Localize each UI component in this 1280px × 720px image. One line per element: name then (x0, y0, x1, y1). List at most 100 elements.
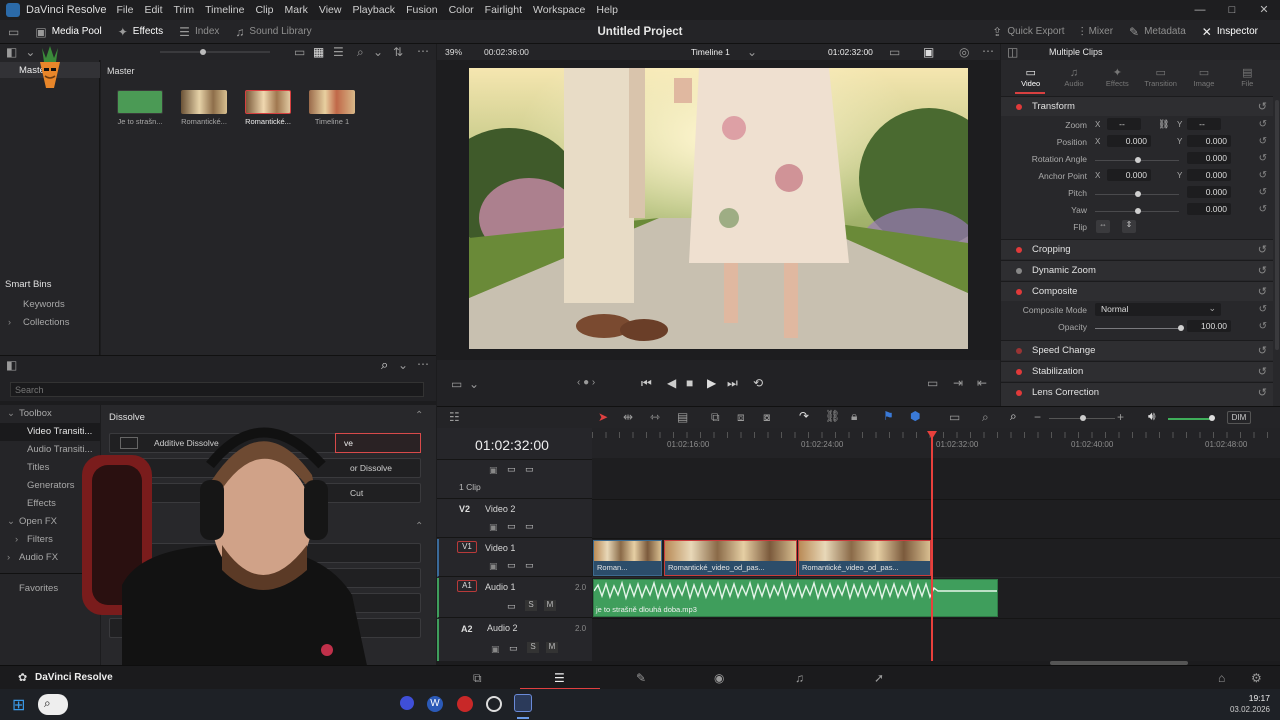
thumbnail-size-slider[interactable] (160, 49, 270, 55)
mute-button[interactable]: M (546, 642, 558, 653)
metadata-button[interactable]: ✎ Metadata (1121, 20, 1194, 44)
track-name[interactable]: Video 2 (485, 504, 515, 514)
panel-layout-icon[interactable]: ◫ (1007, 46, 1018, 58)
more-options-icon[interactable]: ⋯ (417, 358, 429, 370)
sidebar-toggle-icon[interactable]: ◧ (6, 46, 17, 58)
auto-select-icon[interactable]: ▭ (507, 521, 516, 532)
more-options-icon[interactable]: ⋯ (417, 45, 429, 57)
search-icon[interactable]: ⌕ (381, 358, 388, 371)
taskbar-app-icon[interactable] (400, 696, 414, 710)
enable-dot[interactable] (1016, 289, 1022, 295)
chevron-right-icon[interactable]: › (8, 317, 11, 327)
track-name[interactable]: Audio 1 (485, 582, 516, 592)
chevron-down-icon[interactable]: ⌄ (747, 46, 757, 58)
yaw-field[interactable]: 0.000 (1187, 203, 1231, 215)
play-reverse-icon[interactable]: ◀ (667, 377, 676, 389)
color-icon[interactable]: ◎ (959, 46, 969, 58)
enable-dot[interactable] (1016, 390, 1022, 396)
media-clip[interactable]: Je to strašn... (110, 90, 170, 126)
tab-audio[interactable]: ♫ Audio (1052, 67, 1095, 88)
menu-mark[interactable]: Mark (285, 4, 308, 16)
sound-library-button[interactable]: ♫ Sound Library (227, 20, 319, 44)
page-fairlight-icon[interactable]: ♫ (795, 672, 804, 684)
menu-edit[interactable]: Edit (144, 4, 162, 16)
trim-tool-icon[interactable]: ⇹ (623, 411, 633, 423)
volume-slider[interactable] (1168, 418, 1210, 420)
zoom-level[interactable]: 39% (445, 47, 462, 57)
position-x-field[interactable]: 0.000 (1107, 135, 1151, 147)
timeline-video-clip[interactable]: Romantické_video_od_pas... (798, 540, 931, 576)
media-pool-button[interactable]: ▣ Media Pool (27, 20, 109, 44)
auto-select-icon[interactable]: ▭ (507, 560, 516, 571)
tab-image[interactable]: ▭ Image (1182, 66, 1225, 88)
reset-icon[interactable]: ↺ (1259, 119, 1267, 130)
flip-horizontal-icon[interactable]: ⇔ (1096, 220, 1110, 233)
close-button[interactable]: ✕ (1248, 0, 1280, 20)
lock-icon[interactable]: 🔒︎ (851, 410, 857, 422)
menu-workspace[interactable]: Workspace (533, 4, 585, 16)
viewer-mode-icon[interactable]: ▭ (889, 46, 900, 58)
timeline-video-clip[interactable]: Roman... (593, 540, 662, 576)
insert-clip-icon[interactable]: ⧉ (711, 411, 720, 423)
anchor-x-field[interactable]: 0.000 (1107, 169, 1151, 181)
slider-knob[interactable] (1178, 325, 1184, 331)
media-clip-selected[interactable]: Romantické... (238, 90, 298, 126)
browser-icon[interactable] (457, 696, 473, 712)
page-deliver-icon[interactable]: ➚ (874, 672, 884, 684)
slider-knob[interactable] (200, 49, 206, 55)
page-fusion-icon[interactable]: ✎ (636, 672, 646, 684)
match-frame-icon[interactable]: ▭ (927, 377, 938, 389)
media-clip[interactable]: Romantické... (174, 90, 234, 126)
play-icon[interactable]: ▶ (707, 377, 716, 389)
zoom-in-icon[interactable]: + (1117, 411, 1124, 423)
enable-dot[interactable] (1016, 247, 1022, 253)
track-name[interactable]: Video 1 (485, 543, 515, 553)
zoom-y-field[interactable]: -- (1187, 118, 1221, 130)
page-media-icon[interactable]: ⧉ (473, 672, 482, 684)
collapse-icon[interactable]: ⌃ (415, 410, 423, 421)
reset-icon[interactable]: ↺ (1258, 100, 1267, 113)
search-icon[interactable]: ⌕ (357, 46, 364, 58)
word-icon[interactable]: W (427, 696, 443, 712)
track-name[interactable]: Audio 2 (487, 623, 518, 633)
lock-icon[interactable]: ▣ (489, 561, 498, 572)
resolve-taskbar-icon[interactable] (514, 694, 532, 712)
enable-dot[interactable] (1016, 268, 1022, 274)
overlay-icon[interactable]: ▣ (923, 46, 934, 58)
speaker-icon[interactable]: 🔊︎ (1148, 410, 1156, 422)
auto-select-icon[interactable]: ▭ (507, 601, 516, 612)
section-lens-correction[interactable]: Lens Correction ↺ (1001, 382, 1273, 406)
reset-icon[interactable]: ↺ (1259, 187, 1267, 198)
slider-knob[interactable] (1080, 415, 1086, 421)
marker-icon[interactable]: ⬢ (910, 410, 920, 422)
solo-button[interactable]: S (527, 642, 539, 653)
tab-effects[interactable]: ✦ Effects (1096, 66, 1139, 88)
zoom-x-field[interactable]: -- (1107, 118, 1141, 130)
more-options-icon[interactable]: ⋯ (982, 45, 994, 57)
zoom-full-icon[interactable]: ▭ (949, 411, 960, 423)
settings-gear-icon[interactable]: ⚙ (1251, 672, 1262, 684)
selection-tool-icon[interactable]: ➤ (598, 411, 608, 423)
menu-trim[interactable]: Trim (174, 4, 195, 16)
list-view-icon[interactable]: ☰ (333, 46, 344, 58)
timeline-selector[interactable]: Timeline 1 (691, 47, 730, 57)
auto-select-icon[interactable]: ▭ (507, 464, 516, 475)
previous-edit-icon[interactable]: ⇤ (977, 377, 987, 389)
menu-file[interactable]: File (117, 4, 134, 16)
zoom-detail-icon[interactable]: ⌕ (982, 411, 989, 423)
sort-icon[interactable]: ⇅ (393, 46, 403, 58)
reset-icon[interactable]: ↺ (1259, 321, 1267, 332)
tab-video[interactable]: ▭ Video (1009, 66, 1052, 88)
timeline-clip[interactable]: Timeline 1 (302, 90, 362, 126)
replace-clip-icon[interactable]: ⧇ (763, 411, 771, 423)
pitch-field[interactable]: 0.000 (1187, 186, 1231, 198)
inspector-button[interactable]: ✕ Inspector (1194, 20, 1266, 44)
taskbar-search[interactable]: ⌕ (38, 694, 68, 715)
quick-export-button[interactable]: ⇪ Quick Export (984, 20, 1072, 44)
reset-icon[interactable]: ↺ (1258, 264, 1267, 277)
menu-help[interactable]: Help (596, 4, 618, 16)
metadata-view-icon[interactable]: ▭ (294, 46, 305, 58)
jog-control[interactable]: ‹ ● › (577, 378, 595, 388)
tab-transition[interactable]: ▭ Transition (1139, 66, 1182, 88)
timeline-video-clip[interactable]: Romantické_video_od_pas... (664, 540, 797, 576)
